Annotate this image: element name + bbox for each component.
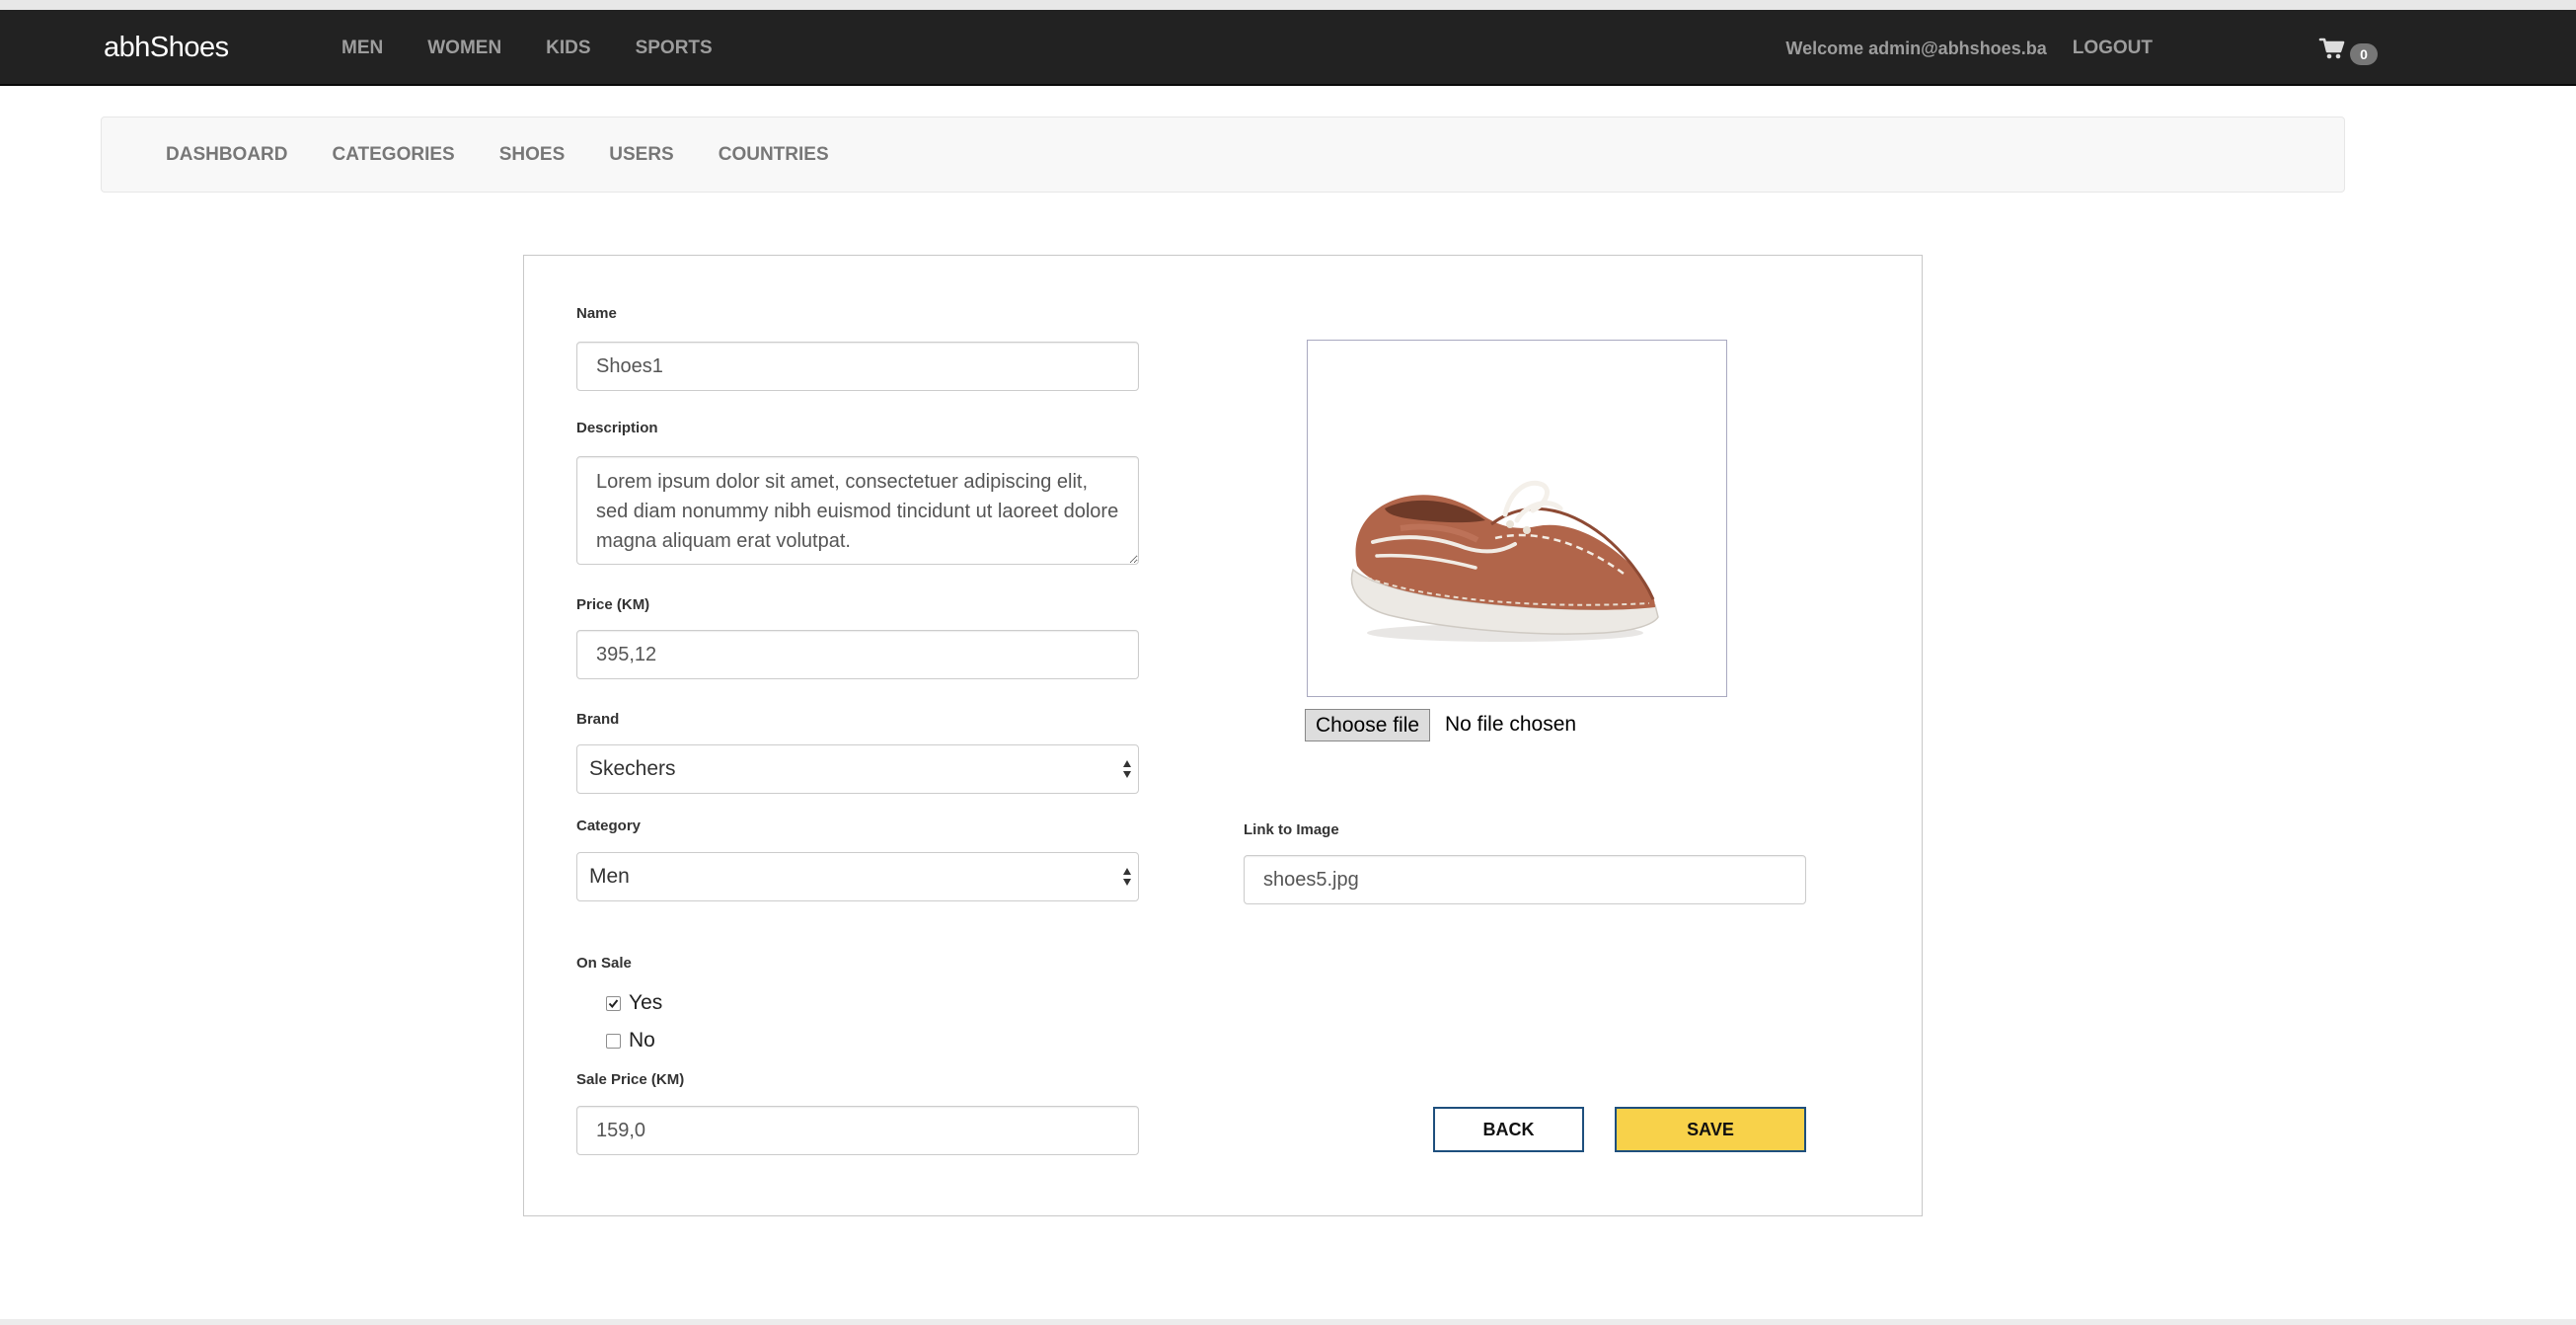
category-selected-value: Men [589,865,630,888]
sale-price-input[interactable] [576,1106,1139,1155]
admin-nav-shoes[interactable]: SHOES [499,144,566,166]
nav-link-women[interactable]: WOMEN [427,38,501,59]
brand-logo[interactable]: abhShoes [104,32,229,64]
logout-link[interactable]: LOGOUT [2073,38,2153,59]
on-sale-yes-option[interactable]: Yes [606,991,662,1015]
on-sale-yes-label: Yes [629,991,663,1014]
top-strip [0,0,2576,10]
link-to-image-label: Link to Image [1244,821,1339,838]
checkmark-icon [608,998,619,1008]
brand-label: Brand [576,711,620,728]
admin-nav-countries[interactable]: COUNTRIES [719,144,829,166]
nav-link-sports[interactable]: SPORTS [636,38,713,59]
save-button[interactable]: SAVE [1615,1107,1806,1152]
choose-file-button[interactable]: Choose file [1305,709,1431,741]
shoe-image-preview [1307,340,1727,697]
admin-navbar: DASHBOARD CATEGORIES SHOES USERS COUNTRI… [101,117,2345,193]
back-button[interactable]: BACK [1433,1107,1584,1152]
category-label: Category [576,818,642,834]
description-label: Description [576,420,658,436]
updown-arrows-icon [1123,760,1131,778]
updown-arrows-icon [1123,868,1131,886]
on-sale-label: On Sale [576,955,632,972]
name-label: Name [576,305,617,322]
on-sale-no-label: No [629,1029,655,1052]
admin-nav-users[interactable]: USERS [609,144,673,166]
admin-nav-dashboard[interactable]: DASHBOARD [166,144,288,166]
link-to-image-input[interactable] [1244,855,1806,904]
category-select[interactable]: Men [576,852,1139,901]
price-label: Price (KM) [576,596,650,613]
on-sale-no-checkbox[interactable] [606,1033,621,1049]
shoe-image [1350,481,1659,642]
nav-link-men[interactable]: MEN [341,38,383,59]
name-input[interactable] [576,342,1139,391]
admin-nav-links: DASHBOARD CATEGORIES SHOES USERS COUNTRI… [166,144,873,166]
welcome-text: Welcome admin@abhshoes.ba [1785,38,2047,58]
brand-select[interactable]: Skechers [576,744,1139,794]
footer-divider [0,1319,2576,1325]
nav-link-kids[interactable]: KIDS [546,38,590,59]
admin-nav-categories[interactable]: CATEGORIES [333,144,455,166]
sale-price-label: Sale Price (KM) [576,1071,685,1088]
main-navbar: abhShoes MEN WOMEN KIDS SPORTS Welcome a… [0,10,2576,86]
cart-button[interactable]: 0 [2318,32,2378,65]
brand-selected-value: Skechers [589,757,676,780]
on-sale-yes-checkbox[interactable] [606,995,621,1011]
file-status-text: No file chosen [1445,713,1577,736]
user-area: Welcome admin@abhshoes.ba LOGOUT [1785,38,2153,59]
shopping-cart-icon [2318,35,2346,62]
on-sale-no-option[interactable]: No [606,1029,655,1052]
description-textarea[interactable]: Lorem ipsum dolor sit amet, consectetuer… [576,456,1139,565]
cart-count-badge: 0 [2350,43,2378,65]
price-input[interactable] [576,630,1139,679]
main-nav-links: MEN WOMEN KIDS SPORTS [341,38,757,59]
